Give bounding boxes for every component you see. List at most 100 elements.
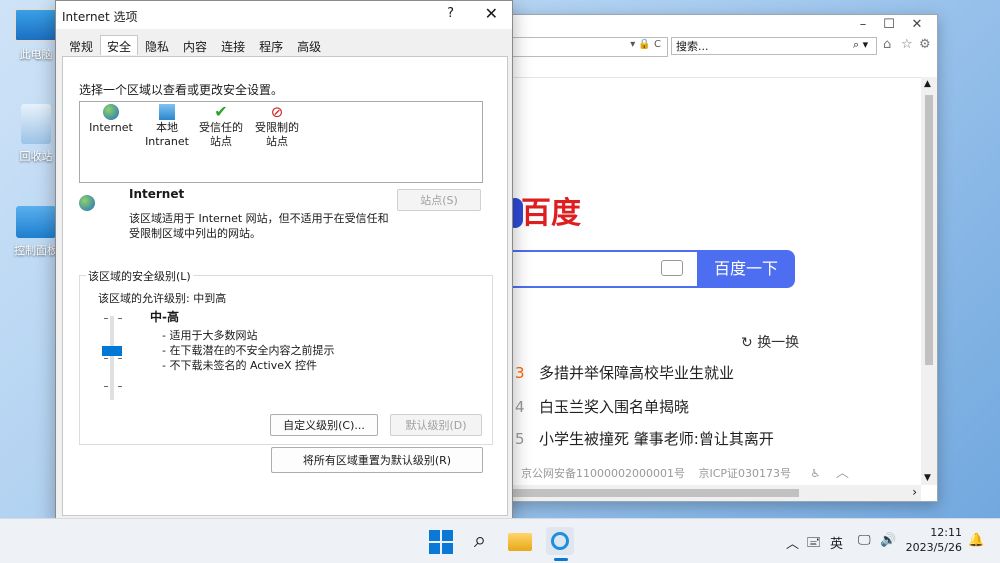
- start-windows-icon[interactable]: [426, 527, 454, 555]
- zone-label: 受信任的: [199, 121, 243, 134]
- active-indicator: [554, 558, 568, 561]
- security-slider[interactable]: [110, 316, 114, 400]
- hot-list-text: 小学生被撞死 肇事老师:曾让其离开: [539, 430, 774, 448]
- scroll-up-icon[interactable]: ▲: [924, 79, 931, 89]
- zone-restricted-sites[interactable]: ⊘ 受限制的 站点: [246, 102, 308, 149]
- level-description: - 适用于大多数网站 - 在下载潜在的不安全内容之前提示 - 不下载未签名的 A…: [162, 328, 334, 373]
- slider-tick: [104, 386, 108, 387]
- volume-icon[interactable]: 🔊: [880, 533, 896, 548]
- close-icon[interactable]: ✕: [905, 17, 929, 32]
- slider-tick: [104, 318, 108, 319]
- zone-label: 站点: [210, 135, 232, 148]
- browser-content: 百度 百度一下 ↻ 换一换 3 多措并举保障高校毕业生就业 4 白玉兰奖入围名单揭晓…: [491, 77, 921, 485]
- desktop-icon-label: 此电脑: [19, 48, 53, 61]
- home-icon[interactable]: ⌂: [883, 37, 891, 52]
- zone-internet[interactable]: Internet: [80, 102, 142, 135]
- checkmark-icon: ✔: [214, 102, 228, 121]
- camera-icon[interactable]: [661, 260, 683, 276]
- zone-heading: Internet: [129, 187, 185, 201]
- favorites-star-icon[interactable]: ☆: [901, 37, 913, 52]
- ime-language[interactable]: 英: [830, 533, 843, 552]
- globe-icon: [103, 104, 119, 120]
- accessibility-icon[interactable]: ♿: [811, 467, 821, 480]
- horizontal-scrollbar[interactable]: ›: [491, 485, 921, 501]
- minimize-icon[interactable]: –: [851, 17, 875, 32]
- search-icon[interactable]: ⌕ ▾: [853, 38, 868, 52]
- hot-list-item[interactable]: 4 白玉兰奖入围名单揭晓: [515, 396, 689, 417]
- hot-list-number: 3: [515, 364, 525, 382]
- recycle-bin-icon: [21, 104, 51, 144]
- prohibited-icon: ⊘: [270, 103, 284, 121]
- dialog-close-button[interactable]: ✕: [485, 4, 498, 23]
- refresh-icon: ↻: [741, 335, 753, 351]
- address-bar-controls-icon: ▾ 🔒 C: [630, 39, 661, 50]
- tab-programs[interactable]: 程序: [252, 35, 290, 55]
- zone-trusted-sites[interactable]: ✔ 受信任的 站点: [190, 102, 252, 149]
- scrollbar-thumb[interactable]: [925, 95, 933, 365]
- slider-tick: [104, 358, 108, 359]
- tab-bar: 常规 安全 隐私 内容 连接 程序 高级: [62, 35, 328, 55]
- vertical-scrollbar[interactable]: ▲ ▼: [921, 77, 937, 485]
- footer-link[interactable]: 京ICP证030173号: [698, 467, 791, 480]
- refresh-label: 换一换: [757, 335, 800, 351]
- tab-advanced[interactable]: 高级: [290, 35, 328, 55]
- help-button[interactable]: ?: [447, 6, 454, 21]
- zone-prompt: 选择一个区域以查看或更改安全设置。: [79, 83, 284, 97]
- notification-bell-icon[interactable]: 🔔: [968, 533, 984, 548]
- address-bar[interactable]: ▾ 🔒 C: [491, 37, 668, 57]
- scroll-down-icon[interactable]: ▼: [924, 473, 931, 483]
- scrollbar-thumb[interactable]: [493, 489, 799, 497]
- page-footer: 京公网安备11000002000001号 京ICP证030173号 ♿ ︿: [521, 462, 849, 481]
- hot-list-item[interactable]: 3 多措并举保障高校毕业生就业: [515, 362, 734, 383]
- zone-label: 受限制的: [255, 121, 299, 134]
- taskbar: ⌕ ︿ 🖃 英 🖵 🔊 12:11 2023/5/26 🔔: [0, 518, 1000, 563]
- file-explorer-icon[interactable]: [506, 527, 534, 555]
- tab-general[interactable]: 常规: [62, 35, 100, 55]
- network-computer-icon: [159, 104, 175, 120]
- internet-explorer-icon[interactable]: [546, 527, 574, 555]
- level-point: - 适用于大多数网站: [162, 329, 258, 342]
- custom-level-button[interactable]: 自定义级别(C)...: [270, 414, 378, 436]
- baidu-search-button[interactable]: 百度一下: [697, 250, 795, 288]
- search-icon[interactable]: ⌕: [466, 527, 494, 555]
- desktop-icon-label: 控制面板: [14, 244, 58, 257]
- hot-list-text: 多措并举保障高校毕业生就业: [539, 364, 735, 382]
- default-level-button[interactable]: 默认级别(D): [390, 414, 482, 436]
- monitor-icon: [14, 8, 58, 42]
- reset-all-zones-button[interactable]: 将所有区域重置为默认级别(R): [271, 447, 483, 473]
- gear-icon[interactable]: ⚙: [919, 37, 931, 52]
- internet-options-dialog: Internet 选项 ? ✕ 常规 安全 隐私 内容 连接 程序 高级 选择一…: [55, 0, 513, 522]
- hot-list-text: 白玉兰奖入围名单揭晓: [539, 398, 690, 416]
- group-label: 该区域的安全级别(L): [86, 268, 193, 284]
- tab-privacy[interactable]: 隐私: [138, 35, 176, 55]
- control-panel-icon: [16, 206, 56, 238]
- zone-label: 本地: [156, 121, 178, 134]
- zone-local-intranet[interactable]: 本地 Intranet: [136, 102, 198, 149]
- desktop-icon-label: 回收站: [19, 150, 53, 163]
- slider-tick: [118, 386, 122, 387]
- tab-content[interactable]: 内容: [176, 35, 214, 55]
- slider-thumb[interactable]: [102, 346, 122, 356]
- hot-list-item[interactable]: 5 小学生被撞死 肇事老师:曾让其离开: [515, 428, 774, 449]
- search-input[interactable]: 搜索...: [671, 37, 877, 55]
- browser-window: – ☐ ✕ ▾ 🔒 C 搜索... ⌕ ▾ ⌂ ☆ ⚙ 百度 百度一下 ↻ 换一…: [490, 14, 938, 502]
- refresh-link[interactable]: ↻ 换一换: [741, 332, 799, 352]
- tray-overflow-chevron-up-icon[interactable]: ︿: [786, 533, 799, 552]
- allowed-levels: 该区域的允许级别: 中到高: [98, 292, 227, 305]
- network-icon[interactable]: 🖵: [858, 533, 871, 548]
- tab-connections[interactable]: 连接: [214, 35, 252, 55]
- clock[interactable]: 12:11 2023/5/26: [906, 525, 962, 555]
- level-point: - 在下载潜在的不安全内容之前提示: [162, 344, 335, 357]
- baidu-logo[interactable]: 百度: [521, 188, 581, 232]
- slider-tick: [118, 358, 122, 359]
- chevron-up-icon[interactable]: ︿: [836, 466, 849, 481]
- ime-tool-icon[interactable]: 🖃: [806, 533, 821, 555]
- level-point: - 不下载未签名的 ActiveX 控件: [162, 359, 318, 372]
- sites-button[interactable]: 站点(S): [397, 189, 481, 211]
- scroll-right-icon[interactable]: ›: [912, 485, 917, 499]
- zone-label: Internet: [89, 121, 133, 134]
- maximize-icon[interactable]: ☐: [877, 17, 901, 32]
- tab-security[interactable]: 安全: [100, 35, 139, 55]
- slider-tick: [118, 318, 122, 319]
- footer-link[interactable]: 京公网安备11000002000001号: [521, 467, 685, 480]
